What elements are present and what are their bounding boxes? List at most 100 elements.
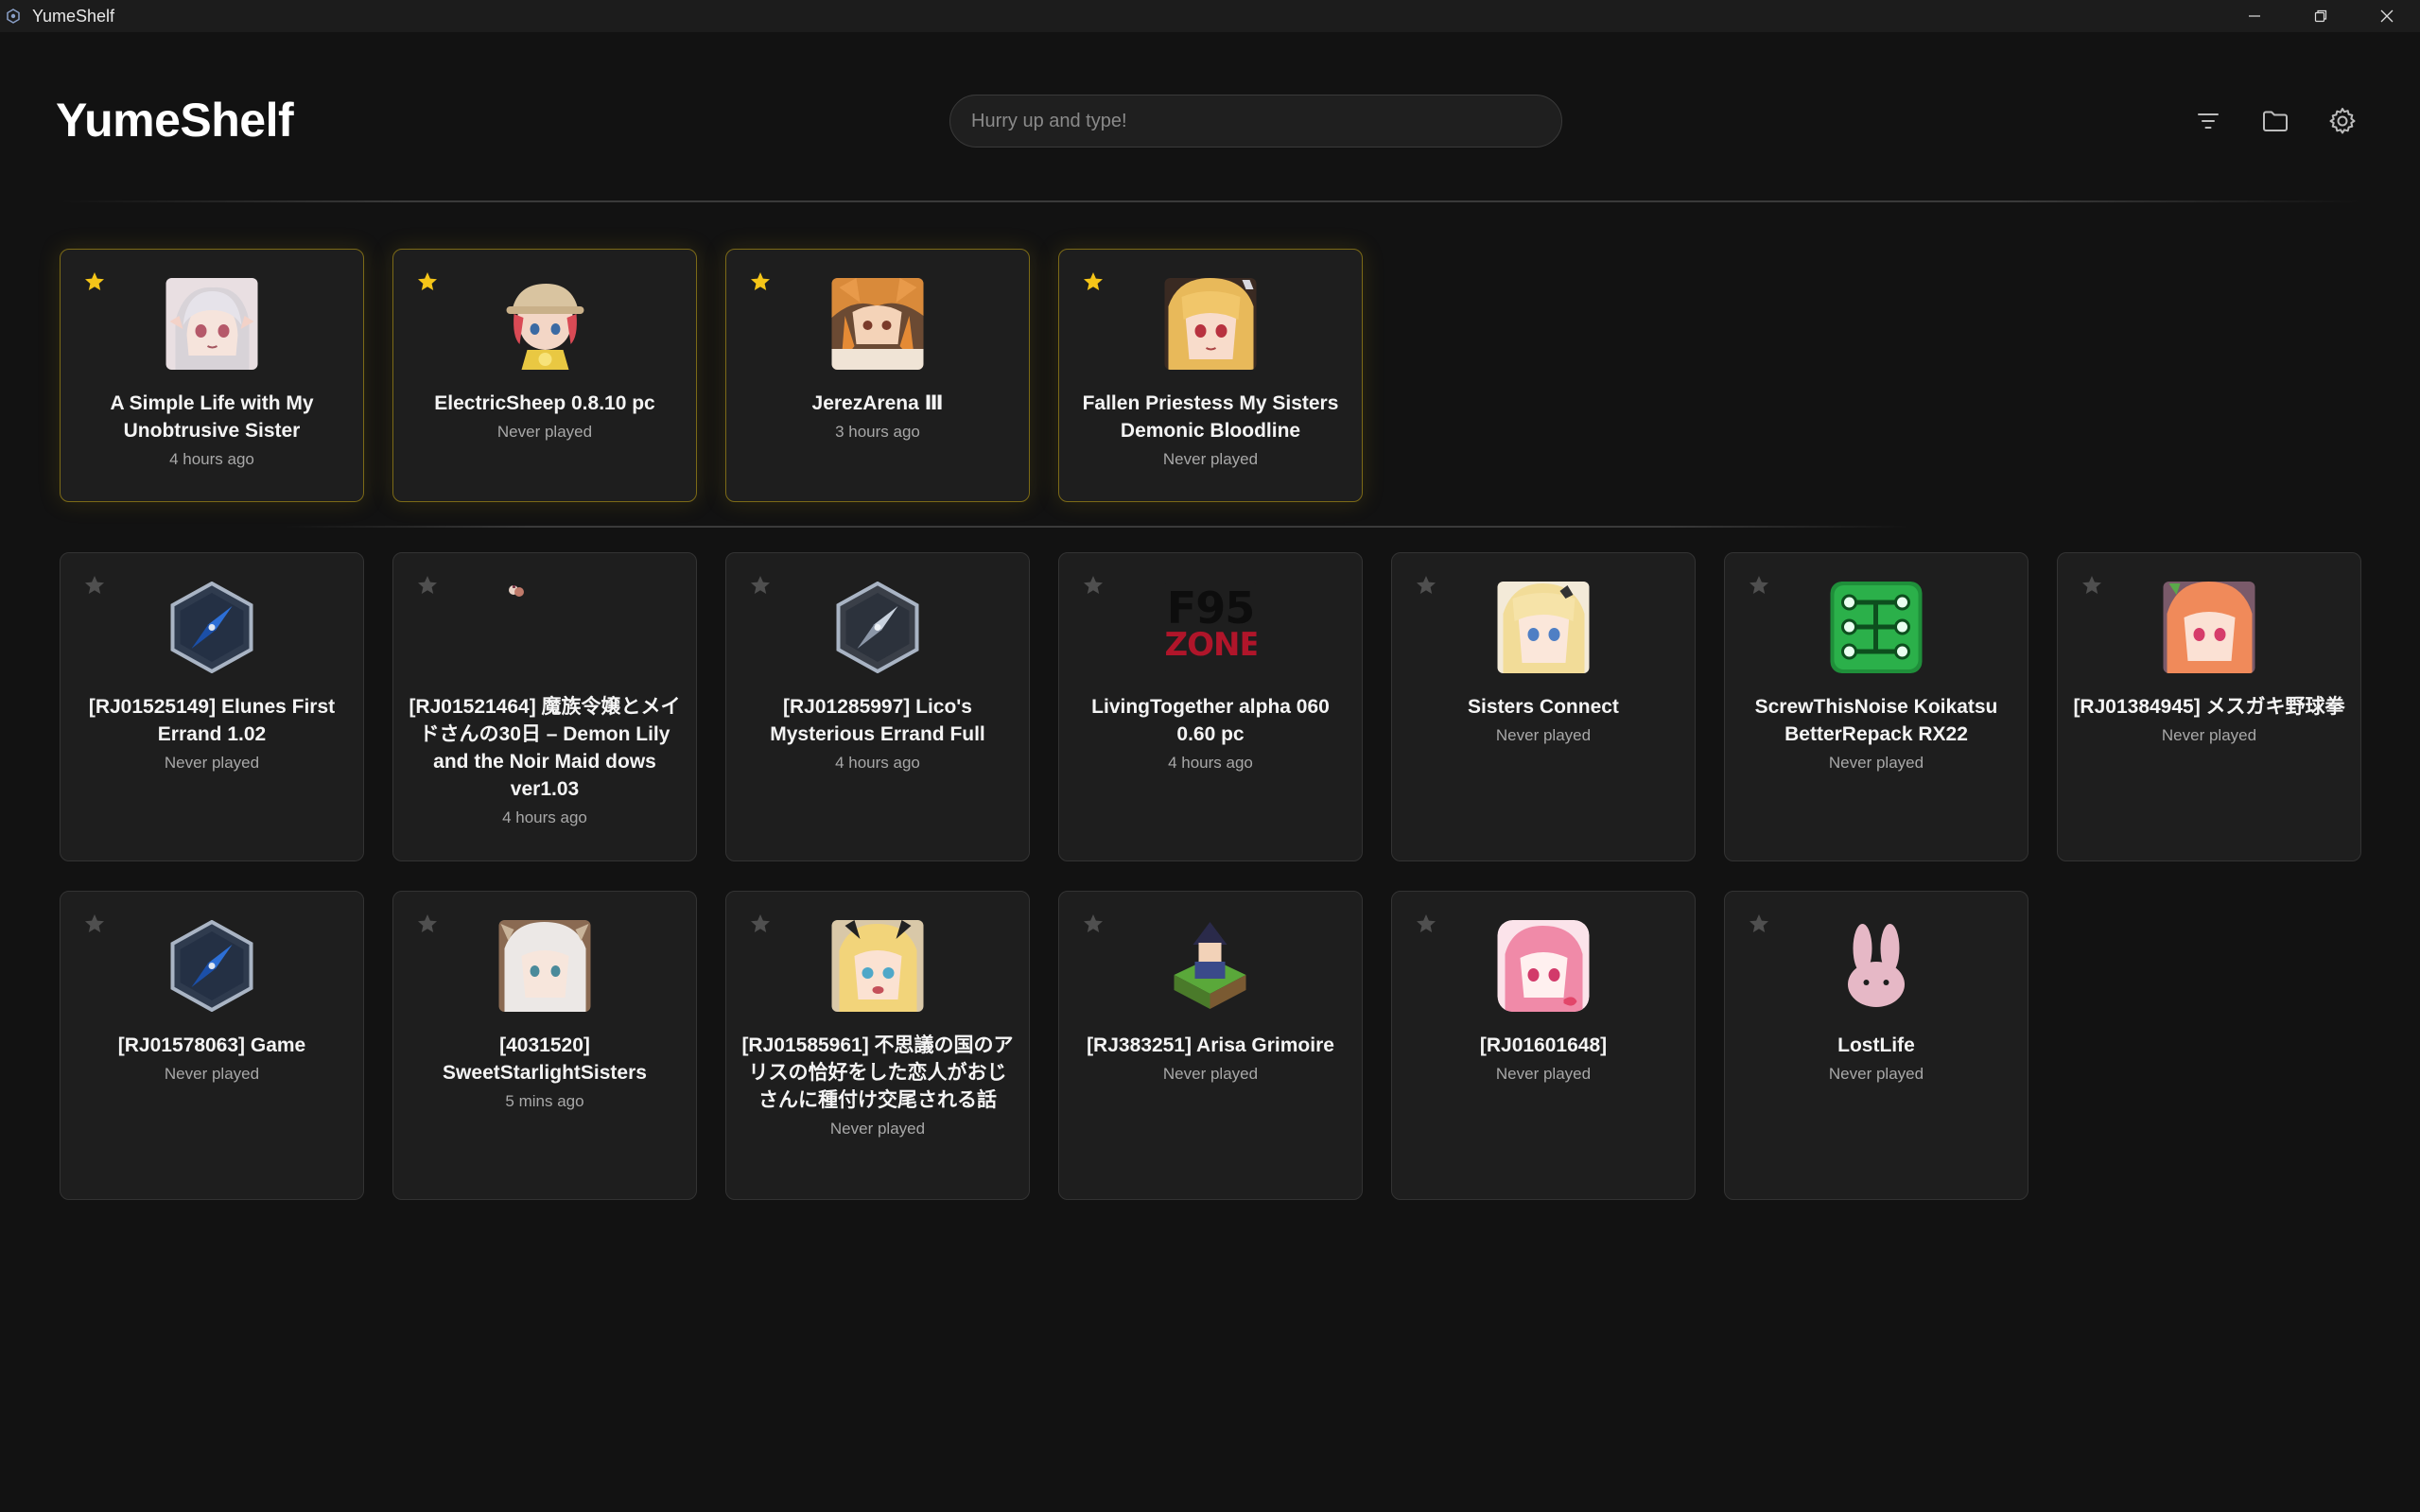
- star-icon[interactable]: [416, 270, 439, 293]
- last-played: Never played: [829, 1120, 926, 1138]
- game-cover-image: [507, 582, 526, 600]
- star-icon[interactable]: [749, 912, 772, 935]
- last-played: Never played: [164, 1065, 260, 1083]
- last-played: 5 mins ago: [505, 1092, 584, 1110]
- star-icon[interactable]: [1415, 912, 1437, 935]
- minimize-icon: [2249, 15, 2260, 17]
- game-cover-image: [1497, 582, 1590, 673]
- game-card[interactable]: ScrewThisNoise Koikatsu BetterRepack RX2…: [1724, 552, 2028, 861]
- last-played: 4 hours ago: [1168, 754, 1253, 772]
- game-cover-image: [1497, 920, 1590, 1012]
- game-title: [RJ383251] Arisa Grimoire: [1087, 1034, 1334, 1056]
- game-card[interactable]: Fallen Priestess My Sisters Demonic Bloo…: [1058, 249, 1363, 502]
- network-nodes-icon: [1830, 582, 1923, 673]
- star-icon[interactable]: [1082, 270, 1105, 293]
- last-played: Never played: [496, 423, 593, 441]
- game-cover-image: [831, 278, 924, 370]
- last-played: Never played: [2161, 726, 2257, 744]
- folder-button[interactable]: [2255, 100, 2296, 142]
- restore-icon: [2314, 9, 2327, 23]
- app-icon: [7, 9, 20, 24]
- restore-button[interactable]: [2288, 0, 2354, 32]
- last-played: Never played: [1162, 450, 1259, 468]
- window-title: YumeShelf: [32, 6, 115, 26]
- star-icon[interactable]: [1748, 574, 1770, 597]
- game-card[interactable]: [RJ01578063] Game Never played: [60, 891, 364, 1200]
- logo-text-bottom: ZONE: [1164, 626, 1257, 664]
- game-card[interactable]: [RJ01585961] 不思議の国のアリスの恰好をした恋人がおじさんに種付け交…: [725, 891, 1030, 1200]
- star-icon[interactable]: [83, 270, 106, 293]
- settings-button[interactable]: [2322, 100, 2363, 142]
- star-icon[interactable]: [83, 912, 106, 935]
- game-cover-image: [498, 278, 591, 370]
- star-icon[interactable]: [1415, 574, 1437, 597]
- game-title: [4031520] SweetStarlightSisters: [443, 1034, 647, 1084]
- game-title: [RJ01285997] Lico's Mysterious Errand Fu…: [770, 696, 985, 745]
- game-card[interactable]: [RJ01384945] メスガキ野球拳 Never played: [2057, 552, 2361, 861]
- game-card[interactable]: A Simple Life with My Unobtrusive Sister…: [60, 249, 364, 502]
- game-card[interactable]: F95 ZONE LivingTogether alpha 060 0.60 p…: [1058, 552, 1363, 861]
- game-card[interactable]: [RJ01601648] Never played: [1391, 891, 1696, 1200]
- header-divider: [59, 200, 2362, 202]
- last-played: Never played: [1495, 1065, 1592, 1083]
- star-icon[interactable]: [2081, 574, 2103, 597]
- star-icon[interactable]: [1082, 912, 1105, 935]
- game-card[interactable]: [4031520] SweetStarlightSisters 5 mins a…: [392, 891, 697, 1200]
- game-title: [RJ01585961] 不思議の国のアリスの恰好をした恋人がおじさんに種付け交…: [741, 1034, 1014, 1111]
- last-played: Never played: [1828, 754, 1924, 772]
- minimize-button[interactable]: [2221, 0, 2288, 32]
- game-cover-image: [165, 278, 258, 370]
- game-card[interactable]: [RJ01525149] Elunes First Errand 1.02 Ne…: [60, 552, 364, 861]
- star-icon[interactable]: [749, 270, 772, 293]
- game-title: LivingTogether alpha 060 0.60 pc: [1091, 696, 1330, 745]
- filter-icon: [2198, 113, 2219, 129]
- last-played: Never played: [164, 754, 260, 772]
- game-cover-image: [831, 920, 924, 1012]
- game-title: [RJ01525149] Elunes First Errand 1.02: [88, 696, 336, 745]
- star-icon[interactable]: [83, 574, 106, 597]
- folder-icon: [2263, 111, 2288, 131]
- game-cover-image: [1164, 278, 1257, 370]
- game-cover-image: [1164, 920, 1257, 1012]
- game-card[interactable]: JerezArena Ⅲ 3 hours ago: [725, 249, 1030, 502]
- game-title: LostLife: [1837, 1034, 1915, 1056]
- star-icon[interactable]: [1748, 912, 1770, 935]
- search-input[interactable]: [949, 95, 1562, 148]
- last-played: 4 hours ago: [835, 754, 920, 772]
- last-played: Never played: [1495, 726, 1592, 744]
- filter-button[interactable]: [2187, 100, 2229, 142]
- window-title-bar: YumeShelf: [0, 0, 2420, 32]
- section-divider: [284, 526, 1910, 528]
- game-card[interactable]: [RJ383251] Arisa Grimoire Never played: [1058, 891, 1363, 1200]
- game-title: ElectricSheep 0.8.10 pc: [434, 392, 655, 414]
- compass-icon: [166, 920, 258, 1012]
- star-icon[interactable]: [1082, 574, 1105, 597]
- last-played: 4 hours ago: [502, 808, 587, 826]
- game-card[interactable]: ElectricSheep 0.8.10 pc Never played: [392, 249, 697, 502]
- close-icon: [2380, 9, 2394, 23]
- game-title: A Simple Life with My Unobtrusive Sister: [110, 392, 314, 442]
- game-title: [RJ01578063] Game: [117, 1034, 306, 1056]
- game-card[interactable]: [RJ01521464] 魔族令嬢とメイドさんの30日 – Demon Lily…: [392, 552, 697, 861]
- last-played: 4 hours ago: [169, 450, 254, 468]
- star-icon[interactable]: [416, 912, 439, 935]
- star-icon[interactable]: [749, 574, 772, 597]
- game-card[interactable]: [RJ01285997] Lico's Mysterious Errand Fu…: [725, 552, 1030, 861]
- game-card[interactable]: LostLife Never played: [1724, 891, 2028, 1200]
- close-button[interactable]: [2354, 0, 2420, 32]
- game-title: [RJ01521464] 魔族令嬢とメイドさんの30日 – Demon Lily…: [409, 696, 681, 800]
- game-title: [RJ01384945] メスガキ野球拳: [2073, 696, 2345, 718]
- game-title: JerezArena Ⅲ: [811, 392, 944, 414]
- gear-icon: [2329, 108, 2356, 134]
- game-title: Fallen Priestess My Sisters Demonic Bloo…: [1082, 392, 1339, 442]
- last-played: 3 hours ago: [835, 423, 920, 441]
- f95zone-logo: F95 ZONE: [1164, 582, 1257, 673]
- game-card[interactable]: Sisters Connect Never played: [1391, 552, 1696, 861]
- logo-text-top: F95: [1166, 582, 1255, 634]
- last-played: Never played: [1162, 1065, 1259, 1083]
- bunny-icon: [1830, 920, 1923, 1012]
- compass-icon: [166, 582, 258, 673]
- star-icon[interactable]: [416, 574, 439, 597]
- game-title: ScrewThisNoise Koikatsu BetterRepack RX2…: [1754, 696, 1998, 745]
- app-brand: YumeShelf: [56, 94, 294, 147]
